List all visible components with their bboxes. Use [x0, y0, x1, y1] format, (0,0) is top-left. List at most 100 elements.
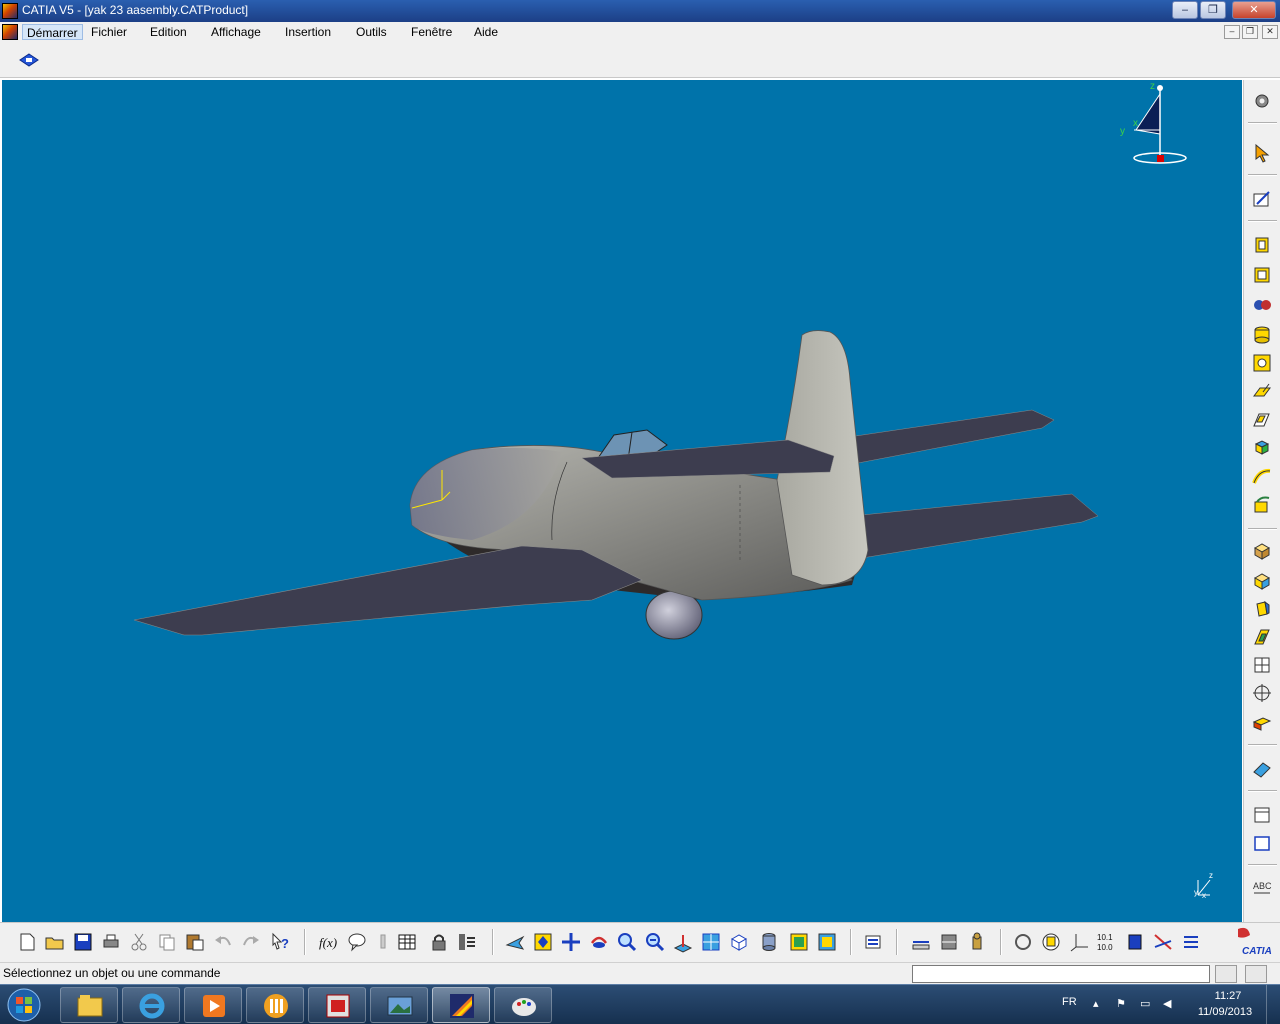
cylinder-icon[interactable]: [1251, 324, 1273, 346]
status-button-1[interactable]: [1215, 965, 1237, 983]
taskbar-media-player[interactable]: [184, 987, 242, 1023]
doc-close-button[interactable]: ✕: [1262, 25, 1278, 39]
network-icon[interactable]: ▭: [1140, 997, 1150, 1010]
hand-icon[interactable]: [1040, 931, 1062, 953]
clock-time[interactable]: 11:27: [1203, 990, 1253, 1002]
cut-icon[interactable]: [128, 931, 150, 953]
inertia-icon[interactable]: [966, 931, 988, 953]
taskbar-paint[interactable]: [494, 987, 552, 1023]
save-icon[interactable]: [72, 931, 94, 953]
shell-icon[interactable]: [1251, 626, 1273, 648]
document-icon[interactable]: [2, 24, 18, 40]
formula-icon[interactable]: f(x): [318, 931, 340, 953]
3d-viewport[interactable]: z y x z y x: [2, 80, 1242, 922]
catia-app-icon[interactable]: [2, 3, 18, 19]
undo-icon[interactable]: [212, 931, 234, 953]
menu-fichier[interactable]: Fichier: [87, 24, 131, 40]
pocket-icon[interactable]: [1251, 408, 1273, 430]
action-center-icon[interactable]: ⚑: [1116, 997, 1126, 1010]
sketch-icon[interactable]: [1251, 188, 1273, 210]
reframe-icon[interactable]: [1012, 931, 1034, 953]
stabilizer-lower[interactable]: [851, 493, 1099, 559]
solid-icon[interactable]: [1251, 598, 1273, 620]
zoom-in-icon[interactable]: [616, 931, 638, 953]
language-indicator[interactable]: FR: [1062, 996, 1077, 1008]
update-icon[interactable]: [862, 931, 884, 953]
status-button-2[interactable]: [1245, 965, 1267, 983]
copy-icon[interactable]: [156, 931, 178, 953]
doc-minimize-button[interactable]: ‒: [1224, 25, 1240, 39]
taskbar-app[interactable]: [246, 987, 304, 1023]
pin-icon[interactable]: [372, 931, 394, 953]
taskbar-acrobat[interactable]: [308, 987, 366, 1023]
grid-icon[interactable]: [1251, 654, 1273, 676]
pan-icon[interactable]: [560, 931, 582, 953]
frame-icon[interactable]: [1251, 832, 1273, 854]
start-button[interactable]: [4, 987, 44, 1023]
measure-between-icon[interactable]: [910, 931, 932, 953]
box-icon[interactable]: [1251, 540, 1273, 562]
minimize-button[interactable]: ‒: [1172, 1, 1198, 19]
close-button[interactable]: ✕: [1232, 1, 1276, 19]
sweep-icon[interactable]: [1251, 466, 1273, 488]
eraser-icon[interactable]: [1251, 758, 1273, 780]
gears-icon[interactable]: [1251, 294, 1273, 316]
main-wing[interactable]: [133, 545, 643, 636]
cube-icon[interactable]: [1251, 436, 1273, 458]
iso-view-icon[interactable]: [728, 931, 750, 953]
select-arrow-icon[interactable]: [1251, 142, 1273, 164]
maximize-button[interactable]: ❐: [1200, 1, 1226, 19]
hole-icon[interactable]: [1251, 352, 1273, 374]
show-hidden-icons-icon[interactable]: ▴: [1093, 997, 1099, 1010]
product-icon[interactable]: [1124, 931, 1146, 953]
normal-view-icon[interactable]: [672, 931, 694, 953]
menu-outils[interactable]: Outils: [352, 24, 391, 40]
pad-icon[interactable]: [1251, 380, 1273, 402]
print-icon[interactable]: [100, 931, 122, 953]
fly-icon[interactable]: [504, 931, 526, 953]
measure-item-icon[interactable]: [938, 931, 960, 953]
menu-edition[interactable]: Edition: [146, 24, 191, 40]
zoom-out-icon[interactable]: [644, 931, 666, 953]
comment-icon[interactable]: [346, 931, 368, 953]
lock-icon[interactable]: [428, 931, 450, 953]
menu-fenetre[interactable]: Fenêtre: [407, 24, 456, 40]
fit-all-icon[interactable]: [532, 931, 554, 953]
stabilizer-upper[interactable]: [841, 409, 1055, 464]
command-input[interactable]: [912, 965, 1210, 983]
menu-demarrer[interactable]: Démarrer: [22, 24, 83, 40]
multi-view-icon[interactable]: [700, 931, 722, 953]
new-icon[interactable]: [16, 931, 38, 953]
redo-icon[interactable]: [240, 931, 262, 953]
scale-icon[interactable]: 10.1 10.0: [1096, 931, 1118, 953]
taskbar-catia[interactable]: [432, 987, 490, 1023]
model-canvas[interactable]: z y x z y x: [2, 80, 1242, 922]
menu-insertion[interactable]: Insertion: [281, 24, 335, 40]
hide-show-icon[interactable]: [788, 931, 810, 953]
constraint-icon[interactable]: [1152, 931, 1174, 953]
swap-icon[interactable]: [816, 931, 838, 953]
doc-restore-button[interactable]: ❐: [1242, 25, 1258, 39]
gear-icon[interactable]: [1251, 90, 1273, 112]
show-desktop-button[interactable]: [1266, 985, 1280, 1024]
taskbar-internet-explorer[interactable]: [122, 987, 180, 1023]
taskbar-explorer[interactable]: [60, 987, 118, 1023]
compass-widget[interactable]: z y x: [1120, 81, 1187, 164]
aircraft-model[interactable]: [133, 330, 1099, 640]
rotate-icon[interactable]: [588, 931, 610, 953]
open-icon[interactable]: [44, 931, 66, 953]
clock-date[interactable]: 11/09/2013: [1190, 1006, 1260, 1018]
axis-icon[interactable]: [1068, 931, 1090, 953]
text-icon[interactable]: ABC: [1251, 876, 1273, 898]
engine-nacelle[interactable]: [645, 590, 703, 640]
loft-icon[interactable]: [1251, 570, 1273, 592]
view-front-icon[interactable]: [1251, 234, 1273, 256]
list-icon[interactable]: [1180, 931, 1202, 953]
paste-icon[interactable]: [184, 931, 206, 953]
rib-icon[interactable]: [1251, 494, 1273, 516]
view-top-icon[interactable]: [1251, 264, 1273, 286]
target-icon[interactable]: [1251, 682, 1273, 704]
measure-icon[interactable]: [1251, 804, 1273, 826]
volume-icon[interactable]: ◀: [1163, 997, 1171, 1010]
table-icon[interactable]: [396, 931, 418, 953]
